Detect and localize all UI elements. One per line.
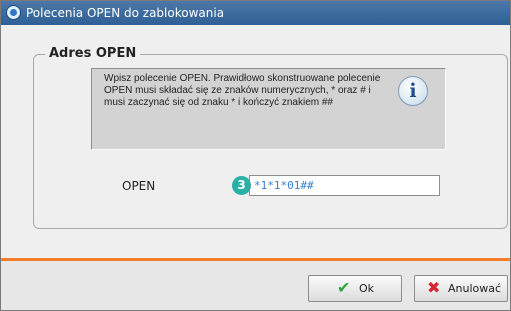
open-command-input[interactable]: *1*1*01## xyxy=(249,175,440,196)
checkmark-icon: ✔ xyxy=(337,278,351,297)
title-bar[interactable]: Polecenia OPEN do zablokowania xyxy=(1,1,510,25)
dialog-window: Polecenia OPEN do zablokowania Adres OPE… xyxy=(0,0,511,311)
close-icon: ✖ xyxy=(427,278,441,297)
info-icon: i xyxy=(398,76,428,106)
callout-badge: 3 xyxy=(232,176,251,195)
ok-button[interactable]: ✔ Ok xyxy=(308,275,402,302)
cancel-button-label: Anulować xyxy=(448,282,502,295)
group-legend: Adres OPEN xyxy=(45,46,141,62)
info-text: Wpisz polecenie OPEN. Prawidłowo skonstr… xyxy=(104,73,381,108)
app-icon xyxy=(6,5,21,20)
info-panel: Wpisz polecenie OPEN. Prawidłowo skonstr… xyxy=(91,68,446,150)
window-title: Polecenia OPEN do zablokowania xyxy=(26,6,225,20)
open-label: OPEN xyxy=(122,179,156,193)
ok-button-label: Ok xyxy=(359,282,375,295)
cancel-button[interactable]: ✖ Anulować xyxy=(414,275,508,302)
